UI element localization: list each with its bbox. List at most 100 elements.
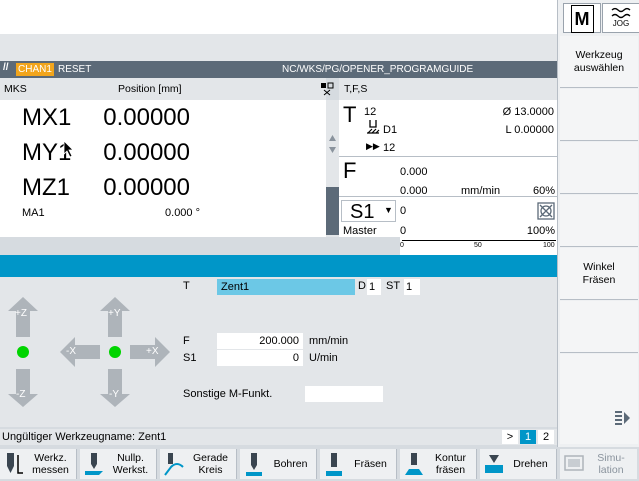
horizontal-softkey-bar: Werkz. messen Nullp. Werkst. Gerade Krei… (0, 447, 639, 481)
st-icon: ▶▶ (366, 141, 380, 151)
master-value: 0 (400, 225, 407, 237)
mks-header: MKS Position [mm] (0, 78, 334, 100)
program-path: NC/WKS/PG/OPENER_PROGRAMGUIDE (282, 64, 474, 75)
hsoftkey-fraesen[interactable]: Fräsen (320, 449, 397, 479)
top-bar (0, 0, 557, 34)
master-label: Master (343, 225, 377, 237)
tool-change-icon (321, 82, 334, 96)
vsoftkey-more[interactable] (560, 392, 638, 444)
jog-xplus[interactable]: +X (146, 346, 159, 357)
status-message: Ungültiger Werkzeugname: Zent1 (2, 431, 167, 443)
tool-name-input[interactable]: Zent1 (217, 279, 355, 295)
simulation-icon (564, 455, 584, 471)
hsoftkey-bohren[interactable]: Bohren (240, 449, 317, 479)
spindle-label: S1 (350, 201, 375, 223)
hsoftkey-label: Nullp. Werkst. (112, 452, 149, 476)
jog-yplus[interactable]: +Y (108, 308, 121, 319)
spindle-select[interactable]: S1 ▼ (341, 200, 396, 223)
scale-label-0: 0 (400, 242, 404, 249)
axis-value-mx1: 0.00000 (103, 104, 190, 131)
f-letter: F (343, 158, 357, 183)
jog-mode-label: JOG (612, 19, 630, 28)
page-2-button[interactable]: 2 (538, 430, 554, 444)
d-field-label: D (358, 280, 366, 292)
workpiece-zero-icon (85, 453, 103, 475)
dialog-title-bar (0, 255, 557, 277)
hsoftkey-label: Werkz. messen (32, 452, 69, 476)
line-circle-icon (164, 453, 184, 476)
vsoftkey-2[interactable] (560, 89, 638, 141)
spindle-speed-input[interactable]: 0 (217, 350, 303, 366)
tfs-header: T,F,S (339, 78, 557, 100)
hsoftkey-nullp-werkst[interactable]: Nullp. Werkst. (80, 449, 157, 479)
hsoftkey-label: Bohren (273, 458, 308, 470)
feed-input-unit: mm/min (309, 335, 349, 347)
jog-mode-button[interactable]: JOG (602, 3, 639, 33)
more-arrow-icon (615, 411, 630, 425)
position-label: Position [mm] (118, 83, 182, 95)
hsoftkey-label: Fräsen (354, 458, 387, 470)
spindle-scale: 0 50 100 (400, 237, 557, 255)
axis-name-ma1: MA1 (22, 207, 45, 219)
channel-state: RESET (58, 64, 92, 75)
divider-f-s (339, 196, 557, 197)
channel-name[interactable]: CHAN1 (16, 63, 54, 76)
axis-value-ma1: 0.000 ° (165, 207, 200, 219)
mks-scroll-thumb[interactable] (326, 187, 339, 235)
tool-length: L 0.00000 (505, 124, 554, 136)
mill-icon (326, 453, 342, 476)
contour-mill-icon (405, 453, 423, 475)
hsoftkey-gerade-kreis[interactable]: Gerade Kreis (160, 449, 237, 479)
jog-yminus[interactable]: -Y (109, 389, 119, 400)
hsoftkey-drehen[interactable]: Drehen (480, 449, 557, 479)
jog-zplus[interactable]: +Z (15, 308, 27, 319)
mks-title: MKS (4, 83, 27, 95)
tool-diameter: Ø 13.0000 (502, 106, 554, 118)
channel-header: // CHAN1 RESET NC/WKS/PG/OPENER_PROGRAMG… (0, 61, 557, 78)
spindle-stop-icon (537, 202, 555, 220)
hsoftkey-kontur-fraesen[interactable]: Kontur fräsen (400, 449, 477, 479)
top-gray-area (0, 34, 557, 61)
scale-label-50: 50 (474, 242, 482, 249)
vsoftkey-3[interactable] (560, 142, 638, 194)
drill-icon (246, 453, 262, 476)
mks-axes: MX1 0.00000 MY1 0.00000 MZ1 0.00000 MA1 … (0, 100, 326, 237)
page-more-button[interactable]: > (502, 430, 518, 444)
hsoftkey-werkz-messen[interactable]: Werkz. messen (0, 449, 77, 479)
jog-arrows (8, 297, 170, 407)
scale-label-100: 100 (543, 242, 555, 249)
tfs-content: T 12 Ø 13.0000 D1 L 0.00000 ▶▶ 12 F 0.00… (339, 100, 557, 237)
master-percent: 100% (526, 225, 555, 237)
turn-icon (485, 455, 503, 473)
mfunc-input[interactable] (305, 386, 383, 402)
feed-value-1: 0.000 (400, 166, 428, 178)
machine-mode-button[interactable]: M (563, 3, 601, 33)
hsoftkey-simulation[interactable]: Simu- lation (560, 449, 637, 479)
vsoftkey-4[interactable] (560, 195, 638, 247)
page-1-button[interactable]: 1 (520, 430, 536, 444)
hsoftkey-label: Gerade Kreis (192, 452, 229, 476)
channel-icon: // (3, 62, 9, 73)
vsoftkey-werkzeug-auswaehlen[interactable]: Werkzeug auswählen (560, 36, 638, 88)
panel-gap (0, 237, 400, 255)
st-input[interactable]: 1 (404, 279, 420, 295)
t-field-label: T (183, 280, 190, 292)
jog-xminus[interactable]: -X (66, 346, 76, 357)
hsoftkey-label: Drehen (513, 458, 548, 470)
mfunc-label: Sonstige M-Funkt. (183, 388, 273, 400)
tfs-title: T,F,S (344, 83, 368, 95)
drill-tool-icon (367, 120, 380, 134)
axis-value-mz1: 0.00000 (103, 174, 190, 201)
jog-zminus[interactable]: -Z (16, 389, 25, 400)
vsoftkey-6[interactable] (560, 301, 638, 353)
spindle-value: 0 (400, 205, 407, 217)
feed-input[interactable]: 200.000 (217, 333, 303, 349)
vsoftkey-winkel-fraesen[interactable]: Winkel Fräsen (560, 248, 638, 300)
d-input[interactable]: 1 (367, 279, 381, 295)
vertical-softkey-bar: M JOG Werkzeug auswählen Winkel Fräsen (557, 0, 639, 447)
tool-st: 12 (383, 142, 396, 154)
mouse-cursor-icon (63, 140, 74, 158)
tsm-form: +Z -Z +Y -Y +X -X T Zent1 D 1 ST 1 F 200… (0, 277, 557, 427)
hsoftkey-label: Simu- lation (597, 452, 625, 476)
z-minus-arrow (8, 369, 38, 407)
